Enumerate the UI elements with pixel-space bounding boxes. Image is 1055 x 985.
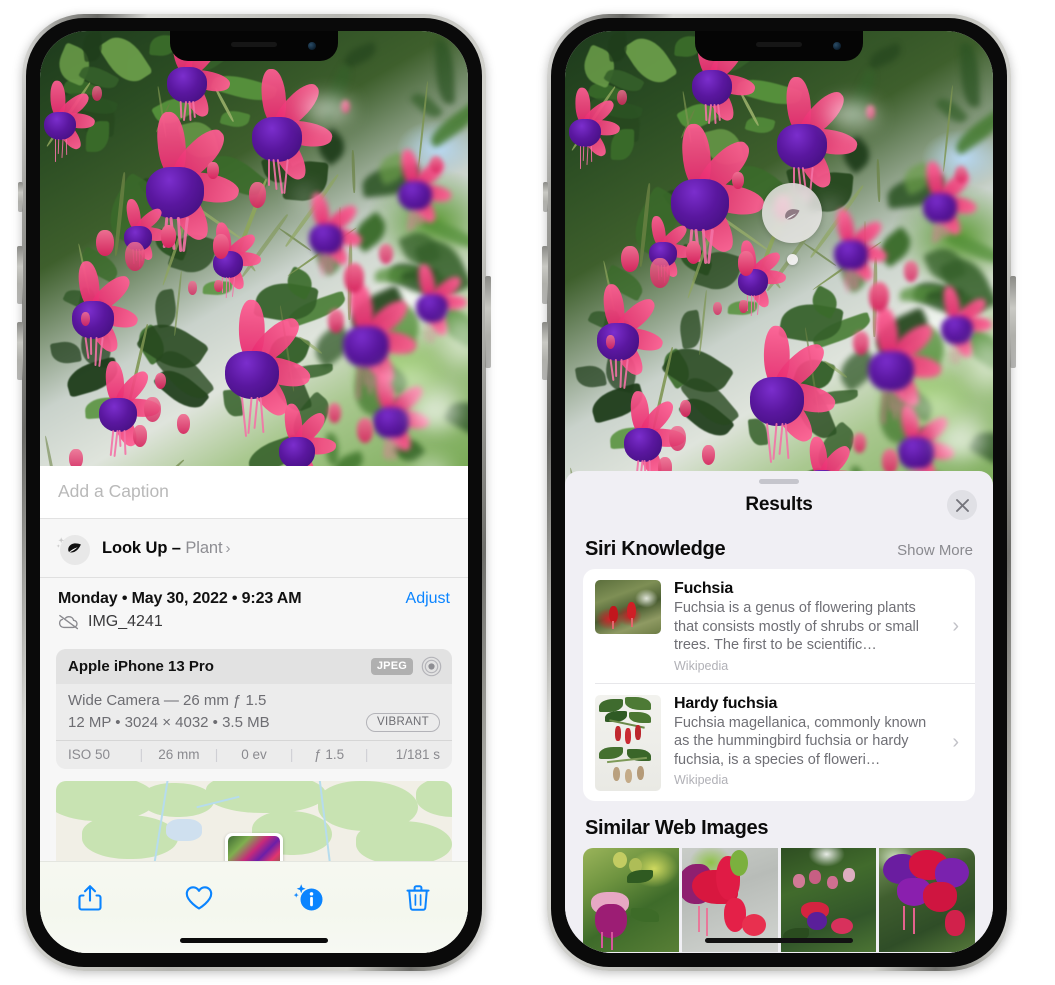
result-source: Wikipedia: [674, 658, 729, 673]
favorite-button[interactable]: [175, 876, 223, 920]
delete-button[interactable]: [394, 876, 442, 920]
result-description: Fuchsia magellanica, commonly known as t…: [674, 714, 927, 768]
screenshot-stage: Add a Caption Look Up – Plant › Monday •…: [0, 0, 1055, 985]
adjust-date-button[interactable]: Adjust: [406, 590, 450, 608]
device-screen-right: Results Siri Knowledge Show More Fuchsia…: [565, 31, 993, 953]
sheet-header: Results: [565, 484, 993, 526]
lens-info: Wide Camera — 26 mm ƒ 1.5: [68, 692, 267, 709]
earpiece-speaker: [756, 42, 802, 47]
camera-model: Apple iPhone 13 Pro: [68, 658, 214, 675]
similar-web-images-title: Similar Web Images: [585, 816, 769, 839]
exif-stats-row: ISO 50 | 26 mm | 0 ev | ƒ 1.5 | 1/181 s: [56, 740, 452, 769]
device-screen-left: Add a Caption Look Up – Plant › Monday •…: [40, 31, 468, 953]
siri-knowledge-header: Siri Knowledge Show More: [565, 526, 993, 569]
result-thumbnail: [595, 694, 661, 791]
share-button[interactable]: [66, 876, 114, 920]
side-power-button[interactable]: [485, 276, 491, 368]
result-source: Wikipedia: [674, 773, 729, 788]
web-image-thumbnail[interactable]: [780, 847, 877, 952]
siri-knowledge-card: Fuchsia Fuchsia is a genus of flowering …: [583, 569, 975, 801]
knowledge-result-row[interactable]: Fuchsia Fuchsia is a genus of flowering …: [583, 569, 975, 683]
exif-stat-shutter: 1/181 s: [395, 747, 441, 762]
notch: [695, 31, 863, 61]
front-camera: [833, 42, 841, 50]
exif-stat-iso: ISO 50: [68, 747, 111, 762]
exif-card: Apple iPhone 13 Pro JPEG Wide Camera — 2…: [56, 649, 452, 769]
silence-switch[interactable]: [18, 182, 23, 212]
aperture-icon: [421, 656, 442, 677]
home-indicator[interactable]: [705, 938, 853, 943]
volume-up-button[interactable]: [17, 246, 23, 304]
close-icon: [955, 498, 969, 512]
map-photo-pin: [225, 833, 283, 863]
home-indicator[interactable]: [180, 938, 328, 943]
image-size-info: 12 MP • 3024 × 4032 • 3.5 MB: [68, 714, 270, 731]
web-image-thumbnail[interactable]: [879, 847, 975, 952]
capture-date: Monday • May 30, 2022 • 9:23 AM: [58, 590, 302, 607]
share-icon: [78, 885, 102, 911]
exif-stat-ev: 0 ev: [241, 747, 267, 762]
location-map-card[interactable]: [56, 781, 452, 863]
photo-metadata-block: Monday • May 30, 2022 • 9:23 AM Adjust I…: [40, 578, 468, 639]
result-body: Fuchsia Fuchsia is a genus of flowering …: [674, 580, 939, 673]
iphone-device-right: Results Siri Knowledge Show More Fuchsia…: [542, 14, 1016, 971]
exif-stat-aperture: ƒ 1.5: [314, 747, 345, 762]
volume-down-button[interactable]: [542, 322, 548, 380]
info-button[interactable]: [285, 876, 333, 920]
exif-stat-focal: 26 mm: [158, 747, 200, 762]
results-sheet: Results Siri Knowledge Show More Fuchsia…: [565, 471, 993, 953]
look-up-dash: –: [167, 538, 186, 557]
photo-viewer[interactable]: [565, 31, 993, 501]
show-more-button[interactable]: Show More: [897, 542, 973, 559]
chevron-right-icon: ›: [952, 731, 959, 754]
volume-down-button[interactable]: [17, 322, 23, 380]
chevron-right-icon: ›: [952, 614, 959, 637]
device-bezel: Results Siri Knowledge Show More Fuchsia…: [551, 18, 1007, 967]
trash-icon: [406, 885, 430, 911]
silence-switch[interactable]: [543, 182, 548, 212]
siri-knowledge-title: Siri Knowledge: [585, 538, 726, 560]
similar-web-images-strip: [583, 847, 975, 952]
chevron-right-icon: ›: [225, 539, 231, 557]
device-bezel: Add a Caption Look Up – Plant › Monday •…: [26, 18, 482, 967]
look-up-badge: [56, 531, 90, 565]
exif-header: Apple iPhone 13 Pro JPEG: [56, 649, 452, 684]
look-up-label: Look Up – Plant ›: [102, 539, 230, 558]
front-camera: [308, 42, 316, 50]
close-button[interactable]: [947, 490, 977, 520]
sheet-title: Results: [745, 494, 813, 515]
leaf-icon: [785, 209, 800, 220]
result-title: Fuchsia: [674, 580, 734, 597]
look-up-title: Look Up: [102, 538, 168, 557]
file-name: IMG_4241: [88, 613, 163, 630]
web-image-thumbnail[interactable]: [681, 847, 778, 952]
web-image-thumbnail[interactable]: [583, 847, 679, 952]
result-body: Hardy fuchsia Fuchsia magellanica, commo…: [674, 695, 939, 788]
exif-body: Wide Camera — 26 mm ƒ 1.5 12 MP • 3024 ×…: [56, 684, 452, 740]
earpiece-speaker: [231, 42, 277, 47]
caption-input[interactable]: Add a Caption: [40, 466, 468, 519]
sparkle-icon: [56, 537, 65, 548]
result-title: Hardy fuchsia: [674, 694, 778, 712]
leaf-icon: [56, 537, 81, 553]
format-chip: JPEG: [370, 658, 413, 675]
side-power-button[interactable]: [1010, 276, 1016, 368]
visual-lookup-dot: [787, 254, 798, 265]
volume-up-button[interactable]: [542, 246, 548, 304]
photo-info-panel: Add a Caption Look Up – Plant › Monday •…: [40, 466, 468, 953]
info-icon: [293, 884, 323, 911]
look-up-subject: Plant: [185, 538, 223, 557]
look-up-row[interactable]: Look Up – Plant ›: [40, 519, 468, 578]
heart-icon: [186, 886, 213, 910]
cloud-slash-icon: [58, 614, 79, 630]
notch: [170, 31, 338, 61]
iphone-device-left: Add a Caption Look Up – Plant › Monday •…: [17, 14, 491, 971]
result-thumbnail: [595, 580, 661, 634]
photo-viewer[interactable]: [40, 31, 468, 466]
knowledge-result-row[interactable]: Hardy fuchsia Fuchsia magellanica, commo…: [595, 682, 975, 801]
similar-web-images-header: Similar Web Images: [565, 801, 993, 844]
result-description: Fuchsia is a genus of flowering plants t…: [674, 600, 919, 654]
photographic-style-chip: VIBRANT: [366, 713, 440, 732]
visual-lookup-badge[interactable]: [762, 183, 822, 243]
